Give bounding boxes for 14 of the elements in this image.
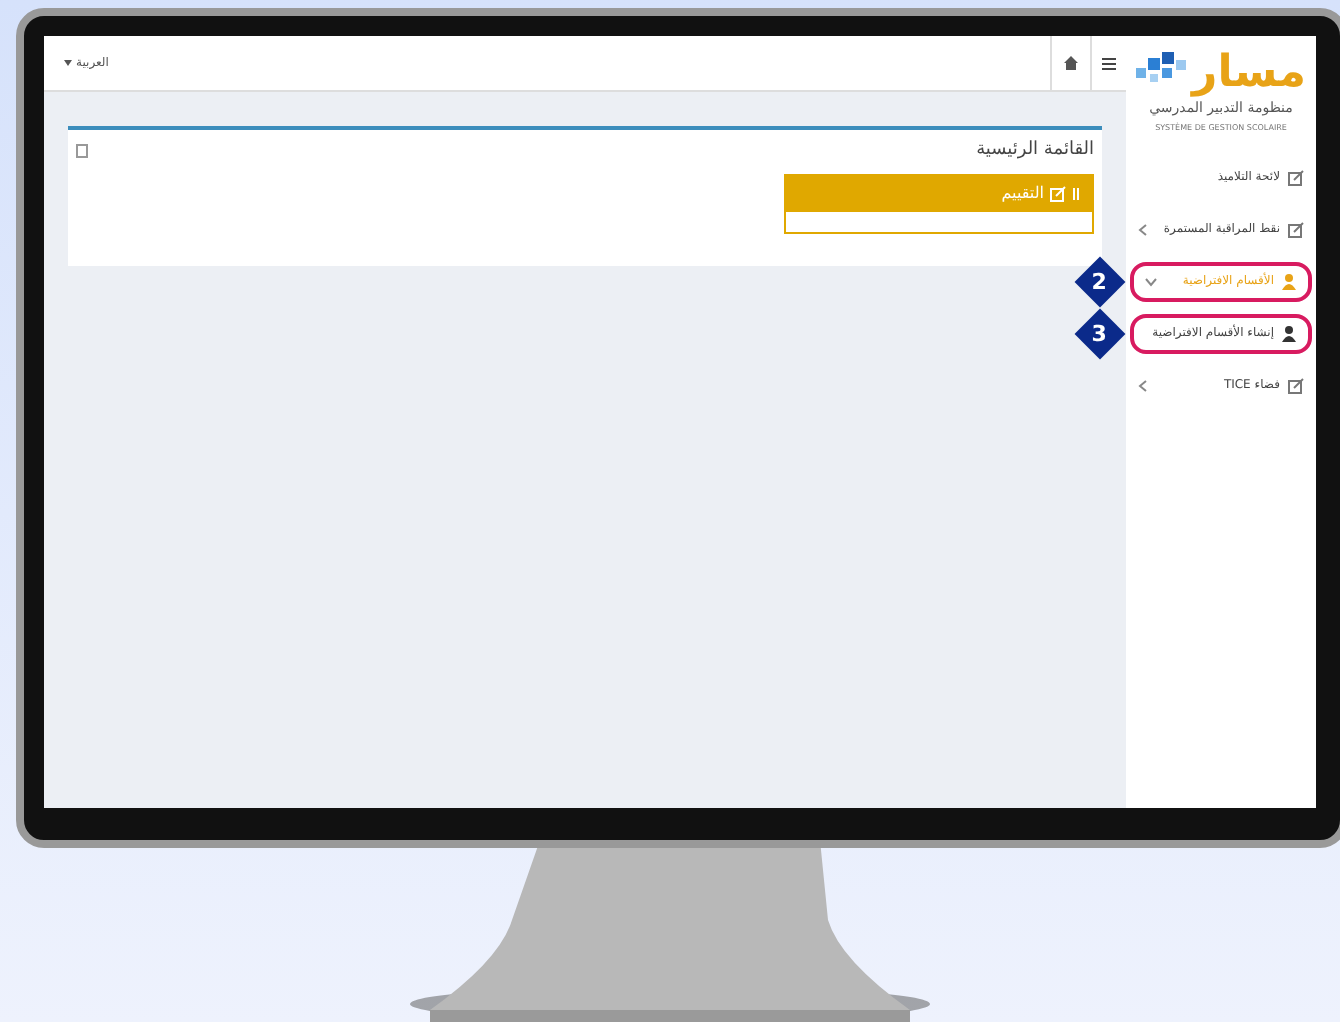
user-icon: [1282, 273, 1296, 289]
caret-icon: [64, 60, 72, 66]
grip-icon: [1072, 187, 1080, 199]
edit-icon: [1050, 185, 1066, 201]
callout-number-badge: 3: [1074, 307, 1126, 359]
edit-icon: [1288, 221, 1304, 237]
page-title: القائمة الرئيسية: [976, 138, 1094, 164]
document-icon: [76, 144, 88, 159]
user-icon: [1282, 325, 1296, 341]
edit-icon: [1288, 169, 1304, 185]
logo-text: مسار: [1192, 52, 1306, 96]
panel-title: التقييم: [1001, 181, 1044, 205]
callout-number-badge: 2: [1074, 255, 1126, 307]
edit-icon: [1288, 377, 1304, 393]
